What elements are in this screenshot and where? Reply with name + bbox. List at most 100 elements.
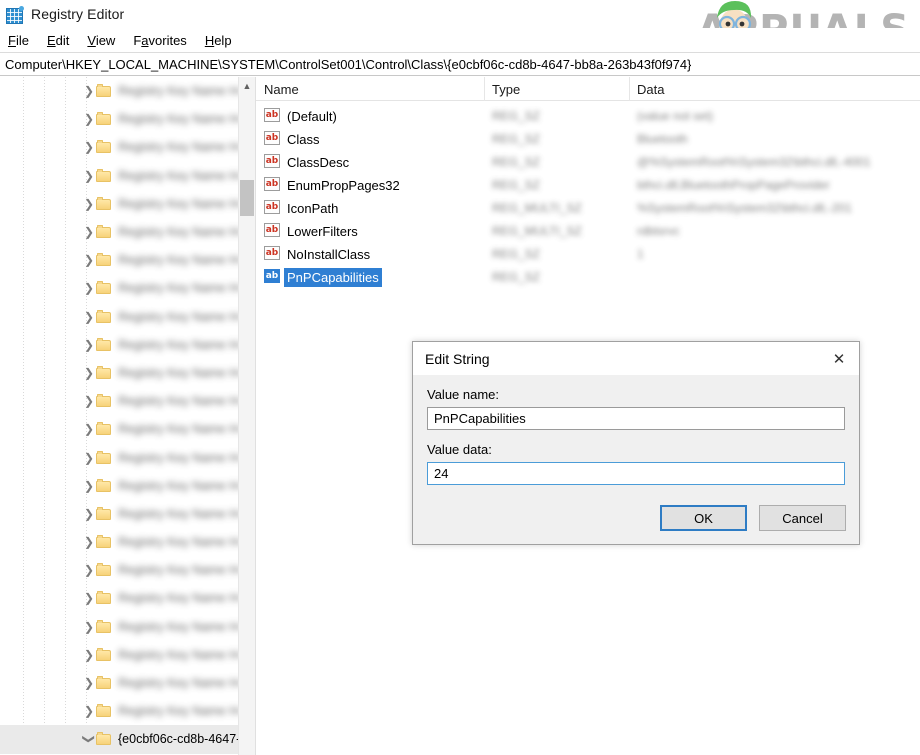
chevron-right-icon[interactable]: ❯ <box>82 451 96 465</box>
tree-item[interactable]: ❯ Registry Key Name Here <box>0 246 240 274</box>
tree-item-selected[interactable]: ❯ {e0cbf06c-cd8b-4647-bb <box>0 725 240 754</box>
tree-item[interactable]: ❯ Registry Key Name Here <box>0 415 240 443</box>
tree-scrollbar[interactable]: ▲ <box>238 77 255 755</box>
close-icon[interactable]: ✕ <box>819 342 859 375</box>
scroll-up-icon[interactable]: ▲ <box>239 77 255 94</box>
ok-button[interactable]: OK <box>660 505 747 531</box>
menu-item-edit[interactable]: Edit <box>47 33 69 48</box>
string-value-icon: ab <box>264 269 280 284</box>
tree-item-label: Registry Key Name Here <box>118 619 240 634</box>
table-row[interactable]: ab (Default) REG_SZ (value not set) <box>256 105 920 128</box>
dialog-titlebar: Edit String ✕ <box>413 342 859 375</box>
folder-icon <box>96 253 111 267</box>
tree-item-label: Registry Key Name Here <box>118 365 240 380</box>
tree-item[interactable]: ❯ Registry Key Name Here <box>0 359 240 387</box>
tree-item[interactable]: ❯ Registry Key Name Here <box>0 190 240 218</box>
tree-item-label: Registry Key Name Here <box>118 506 240 521</box>
menu-item-file[interactable]: File <box>8 33 29 48</box>
chevron-right-icon[interactable]: ❯ <box>82 310 96 324</box>
tree-item[interactable]: ❯ Registry Key Name Here <box>0 472 240 500</box>
chevron-right-icon[interactable]: ❯ <box>82 479 96 493</box>
chevron-right-icon[interactable]: ❯ <box>82 225 96 239</box>
folder-icon <box>96 394 111 408</box>
cancel-button[interactable]: Cancel <box>759 505 846 531</box>
tree-item[interactable]: ❯ Registry Key Name Here <box>0 584 240 612</box>
registry-tree-pane[interactable]: ❯ Registry Key Name Here ❯ Registry Key Nam… <box>0 77 256 755</box>
dialog-body: Value name: PnPCapabilities Value data: … <box>413 375 859 485</box>
tree-item[interactable]: ❯ Registry Key Name Here <box>0 613 240 641</box>
address-bar[interactable]: Computer\HKEY_LOCAL_MACHINE\SYSTEM\Contr… <box>0 52 920 76</box>
tree-item[interactable]: ❯ Registry Key Name Here <box>0 669 240 697</box>
chevron-right-icon[interactable]: ❯ <box>82 535 96 549</box>
value-type-cell: REG_SZ <box>492 109 541 123</box>
chevron-right-icon[interactable]: ❯ <box>82 112 96 126</box>
table-row[interactable]: ab Class REG_SZ Bluetooth <box>256 128 920 151</box>
chevron-right-icon[interactable]: ❯ <box>82 676 96 690</box>
chevron-right-icon[interactable]: ❯ <box>82 563 96 577</box>
tree-item[interactable]: ❯ Registry Key Name Here <box>0 303 240 331</box>
menu-item-view[interactable]: View <box>87 33 115 48</box>
column-header-name[interactable]: Name <box>256 77 484 101</box>
tree-item[interactable]: ❯ Registry Key Name Here <box>0 218 240 246</box>
menu-item-help[interactable]: Help <box>205 33 232 48</box>
value-name-input[interactable]: PnPCapabilities <box>427 407 845 430</box>
table-row[interactable]: ab EnumPropPages32 REG_SZ bthci.dll,Bluetoo… <box>256 174 920 197</box>
tree-item-label: Registry Key Name Here <box>118 704 240 719</box>
table-row[interactable]: ab IconPath REG_MULTI_SZ %SystemRoot%\Syste… <box>256 197 920 220</box>
column-header-data[interactable]: Data <box>629 77 920 101</box>
tree-item[interactable]: ❯ Registry Key Name Here <box>0 387 240 415</box>
tree-item[interactable]: ❯ Registry Key Name Here <box>0 133 240 161</box>
folder-icon <box>96 140 111 154</box>
chevron-right-icon[interactable]: ❯ <box>82 84 96 98</box>
tree-item[interactable]: ❯ Registry Key Name Here <box>0 528 240 556</box>
table-row[interactable]: ab NoInstallClass REG_SZ 1 <box>256 243 920 266</box>
tree-item[interactable]: ❯ Registry Key Name Here <box>0 105 240 133</box>
chevron-right-icon[interactable]: ❯ <box>82 169 96 183</box>
chevron-right-icon[interactable]: ❯ <box>82 704 96 718</box>
tree-scrollbar-thumb[interactable] <box>240 180 254 216</box>
tree-item[interactable]: ❯ Registry Key Name Here <box>0 697 240 725</box>
tree-item[interactable]: ❯ Registry Key Name Here <box>0 162 240 190</box>
column-header-type[interactable]: Type <box>484 77 629 101</box>
tree-item-label: Registry Key Name Here <box>118 535 240 550</box>
chevron-right-icon[interactable]: ❯ <box>82 394 96 408</box>
chevron-right-icon[interactable]: ❯ <box>82 140 96 154</box>
chevron-right-icon[interactable]: ❯ <box>82 253 96 267</box>
tree-item[interactable]: ❯ Registry Key Name Here <box>0 274 240 302</box>
chevron-right-icon[interactable]: ❯ <box>82 281 96 295</box>
menu-item-favorites[interactable]: Favorites <box>133 33 186 48</box>
tree-item-label: Registry Key Name Here <box>118 281 240 296</box>
table-row[interactable]: ab LowerFilters REG_MULTI_SZ rdbtsrvc <box>256 220 920 243</box>
chevron-right-icon[interactable]: ❯ <box>82 338 96 352</box>
value-data-cell: rdbtsrvc <box>637 224 680 238</box>
tree-item[interactable]: ❯ Registry Key Name Here <box>0 77 240 105</box>
chevron-right-icon[interactable]: ❯ <box>82 197 96 211</box>
chevron-right-icon[interactable]: ❯ <box>82 620 96 634</box>
tree-item[interactable]: ❯ Registry Key Name Here <box>0 331 240 359</box>
chevron-right-icon[interactable]: ❯ <box>82 507 96 521</box>
folder-icon <box>96 112 111 126</box>
chevron-down-icon[interactable]: ❯ <box>82 732 96 746</box>
value-name-cell: PnPCapabilities <box>284 268 382 287</box>
chevron-right-icon[interactable]: ❯ <box>82 422 96 436</box>
chevron-right-icon[interactable]: ❯ <box>82 366 96 380</box>
chevron-right-icon[interactable]: ❯ <box>82 591 96 605</box>
table-row[interactable]: ab ClassDesc REG_SZ @%SystemRoot%\System32\… <box>256 151 920 174</box>
tree-item-label: Registry Key Name Here <box>118 337 240 352</box>
folder-icon <box>96 591 111 605</box>
registry-tree-list[interactable]: ❯ Registry Key Name Here ❯ Registry Key Nam… <box>0 77 240 754</box>
table-row[interactable]: ab PnPCapabilities REG_SZ <box>256 266 920 289</box>
value-data-input[interactable]: 24 <box>427 462 845 485</box>
tree-item[interactable]: ❯ Registry Key Name Here <box>0 556 240 584</box>
tree-item[interactable]: ❯ Registry Key Name Here <box>0 500 240 528</box>
tree-item-label: Registry Key Name Here <box>118 450 240 465</box>
string-value-icon: ab <box>264 177 280 192</box>
dialog-title: Edit String <box>425 350 490 367</box>
tree-item-label: Registry Key Name Here <box>118 196 240 211</box>
values-list[interactable]: ab (Default) REG_SZ (value not set) ab Class R… <box>256 105 920 289</box>
folder-icon <box>96 478 111 492</box>
tree-item[interactable]: ❯ Registry Key Name Here <box>0 641 240 669</box>
chevron-right-icon[interactable]: ❯ <box>82 648 96 662</box>
value-type-cell: REG_SZ <box>492 132 541 146</box>
tree-item[interactable]: ❯ Registry Key Name Here <box>0 443 240 471</box>
